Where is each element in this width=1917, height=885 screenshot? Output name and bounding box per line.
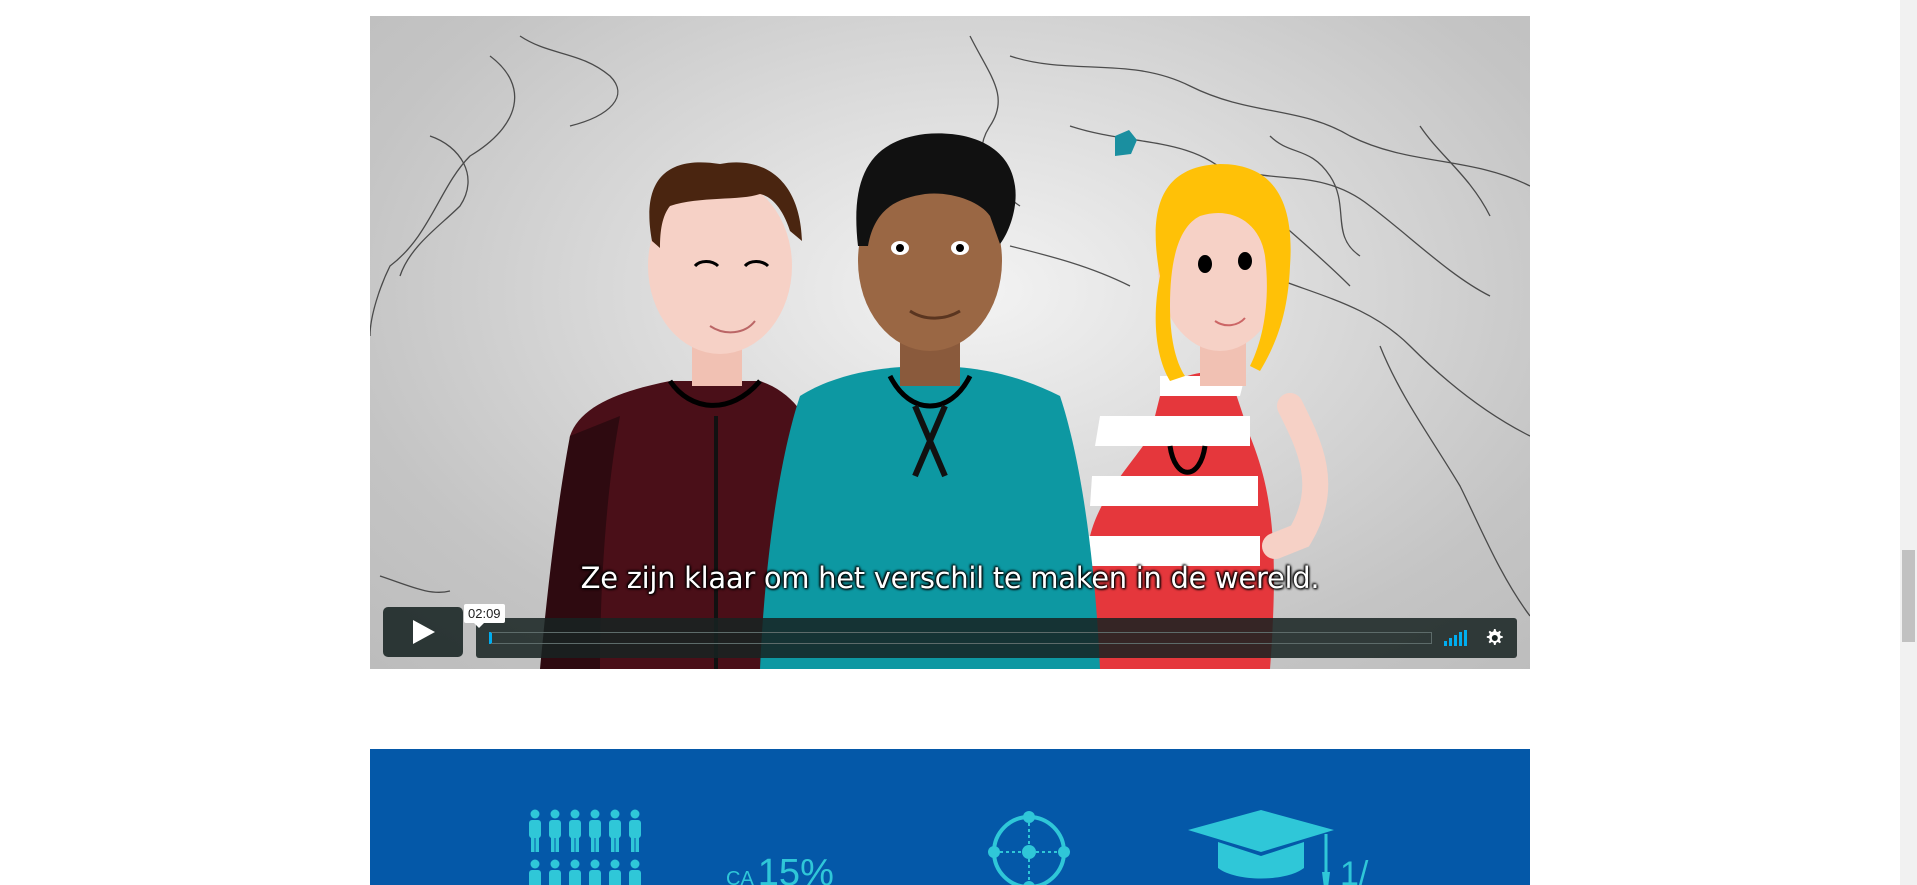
play-button[interactable]	[383, 607, 463, 657]
video-controls-bar	[476, 618, 1517, 658]
gear-icon[interactable]	[1484, 628, 1504, 648]
page: Ze zijn klaar om het verschil te maken i…	[0, 0, 1917, 885]
graduation-cap-icon	[1188, 810, 1334, 885]
playhead[interactable]	[489, 632, 491, 644]
stat-percentage: 15%	[757, 852, 834, 885]
volume-icon[interactable]	[1444, 630, 1472, 646]
video-player[interactable]: Ze zijn klaar om het verschil te maken i…	[370, 16, 1530, 669]
stat-share: CA 15%	[726, 852, 834, 885]
time-tooltip: 02:09	[464, 604, 505, 628]
people-icon	[529, 809, 641, 885]
stat-prefix: CA	[726, 868, 754, 885]
stat-fraction: 1/	[1340, 855, 1369, 885]
video-subtitle: Ze zijn klaar om het verschil te maken i…	[580, 561, 1320, 595]
page-scrollbar[interactable]	[1900, 0, 1917, 885]
network-icon	[988, 811, 1070, 885]
map-highlight	[1115, 130, 1137, 156]
stats-band: CA 15% 1/	[370, 749, 1530, 885]
play-icon	[413, 620, 435, 644]
scrollbar-thumb[interactable]	[1902, 550, 1915, 642]
progress-bar[interactable]	[489, 632, 1432, 644]
